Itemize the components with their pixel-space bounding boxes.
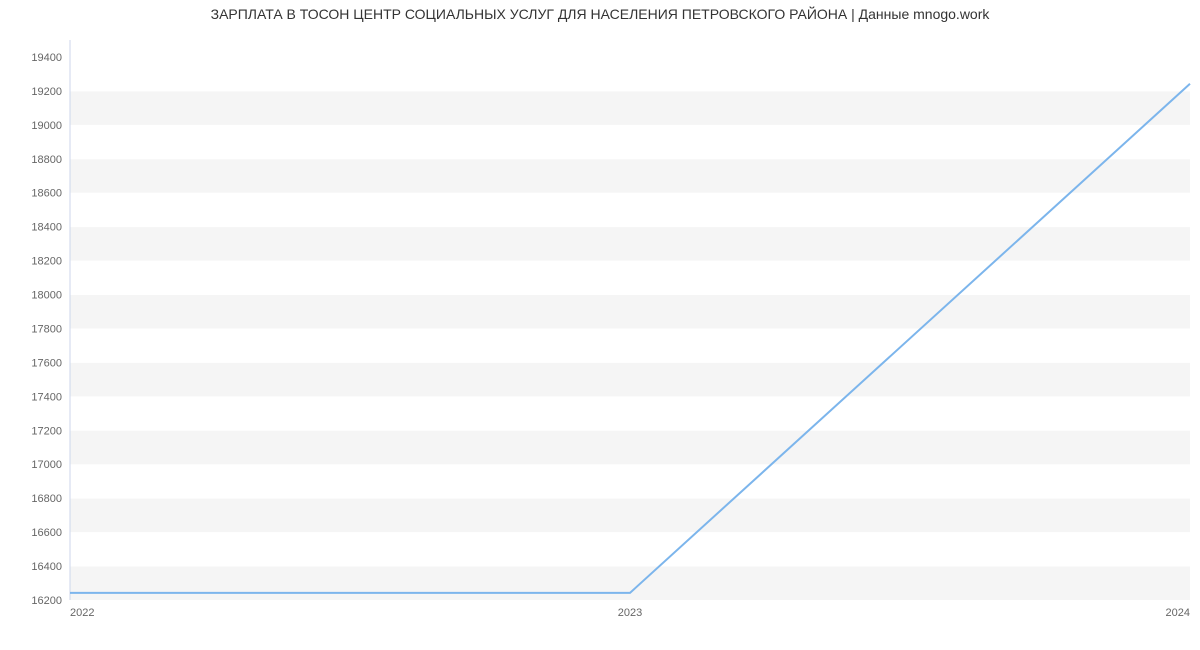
y-tick-label: 18200 xyxy=(31,256,62,268)
y-tick-label: 17400 xyxy=(31,391,62,403)
grid-band xyxy=(70,430,1190,464)
grid-band xyxy=(70,396,1190,430)
grid-band xyxy=(70,295,1190,329)
y-tick-label: 16800 xyxy=(31,493,62,505)
grid-band xyxy=(70,91,1190,125)
y-tick-label: 18000 xyxy=(31,290,62,302)
y-tick-label: 19400 xyxy=(31,52,62,64)
grid-band xyxy=(70,532,1190,566)
grid-band xyxy=(70,362,1190,396)
y-tick-label: 16400 xyxy=(31,561,62,573)
grid-band xyxy=(70,193,1190,227)
y-tick-label: 17200 xyxy=(31,425,62,437)
grid-band xyxy=(70,328,1190,362)
y-tick-label: 17800 xyxy=(31,323,62,335)
y-tick-label: 18400 xyxy=(31,222,62,234)
y-tick-label: 17000 xyxy=(31,459,62,471)
grid-band xyxy=(70,498,1190,532)
chart-svg: 1620016400166001680017000172001740017600… xyxy=(70,40,1190,600)
plot-area: 1620016400166001680017000172001740017600… xyxy=(70,40,1190,600)
salary-line-chart: ЗАРПЛАТА В ТОСОН ЦЕНТР СОЦИАЛЬНЫХ УСЛУГ … xyxy=(0,0,1200,650)
y-tick-labels: 16200 16400 16600 16800 17000 17200 17400 17600… xyxy=(31,52,62,607)
y-tick-label: 19000 xyxy=(31,120,62,132)
y-tick-label: 16600 xyxy=(31,527,62,539)
x-tick-label: 2024 xyxy=(1166,607,1190,619)
x-tick-label: 2023 xyxy=(618,607,642,619)
y-tick-label: 18600 xyxy=(31,188,62,200)
chart-title: ЗАРПЛАТА В ТОСОН ЦЕНТР СОЦИАЛЬНЫХ УСЛУГ … xyxy=(0,6,1200,22)
y-tick-label: 17600 xyxy=(31,357,62,369)
grid-band xyxy=(70,57,1190,91)
x-tick-label: 2022 xyxy=(70,607,94,619)
y-tick-label: 19200 xyxy=(31,86,62,98)
grid-band xyxy=(70,227,1190,261)
grid-band xyxy=(70,464,1190,498)
grid-band xyxy=(70,261,1190,295)
grid-band xyxy=(70,159,1190,193)
grid-band xyxy=(70,566,1190,600)
y-tick-label: 18800 xyxy=(31,154,62,166)
grid-band xyxy=(70,125,1190,159)
grid-bands xyxy=(70,57,1190,600)
x-tick-labels: 2022 2023 2024 xyxy=(70,607,1190,619)
y-tick-label: 16200 xyxy=(31,595,62,607)
